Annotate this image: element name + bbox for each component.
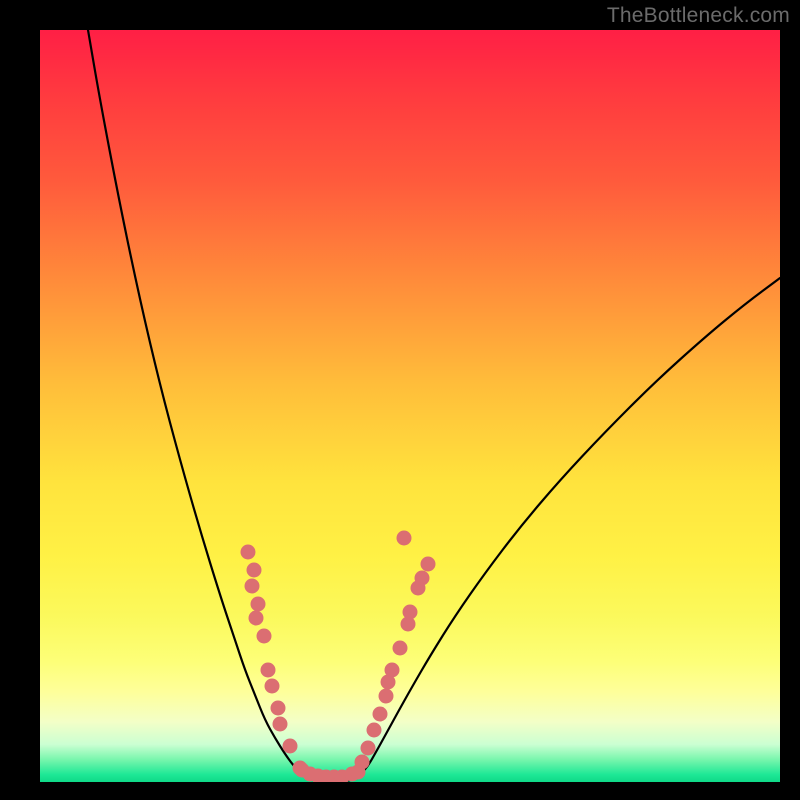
bottleneck-curve-right bbox=[340, 278, 780, 782]
data-marker bbox=[261, 663, 276, 678]
data-marker bbox=[397, 531, 412, 546]
bottleneck-curve-left bbox=[88, 30, 340, 782]
data-marker bbox=[355, 755, 370, 770]
data-marker bbox=[367, 723, 382, 738]
data-marker bbox=[251, 597, 266, 612]
data-marker bbox=[361, 741, 376, 756]
chart-frame: TheBottleneck.com bbox=[0, 0, 800, 800]
data-marker bbox=[421, 557, 436, 572]
data-markers bbox=[241, 531, 436, 783]
data-marker bbox=[245, 579, 260, 594]
data-marker bbox=[273, 717, 288, 732]
data-marker bbox=[247, 563, 262, 578]
data-marker bbox=[265, 679, 280, 694]
data-marker bbox=[379, 689, 394, 704]
data-marker bbox=[393, 641, 408, 656]
data-marker bbox=[415, 571, 430, 586]
data-marker bbox=[257, 629, 272, 644]
plot-area bbox=[40, 30, 780, 782]
data-marker bbox=[249, 611, 264, 626]
watermark-text: TheBottleneck.com bbox=[607, 4, 790, 28]
data-marker bbox=[283, 739, 298, 754]
data-marker bbox=[373, 707, 388, 722]
curve-overlay bbox=[40, 30, 780, 782]
data-marker bbox=[385, 663, 400, 678]
data-marker bbox=[271, 701, 286, 716]
data-marker bbox=[241, 545, 256, 560]
data-marker bbox=[403, 605, 418, 620]
